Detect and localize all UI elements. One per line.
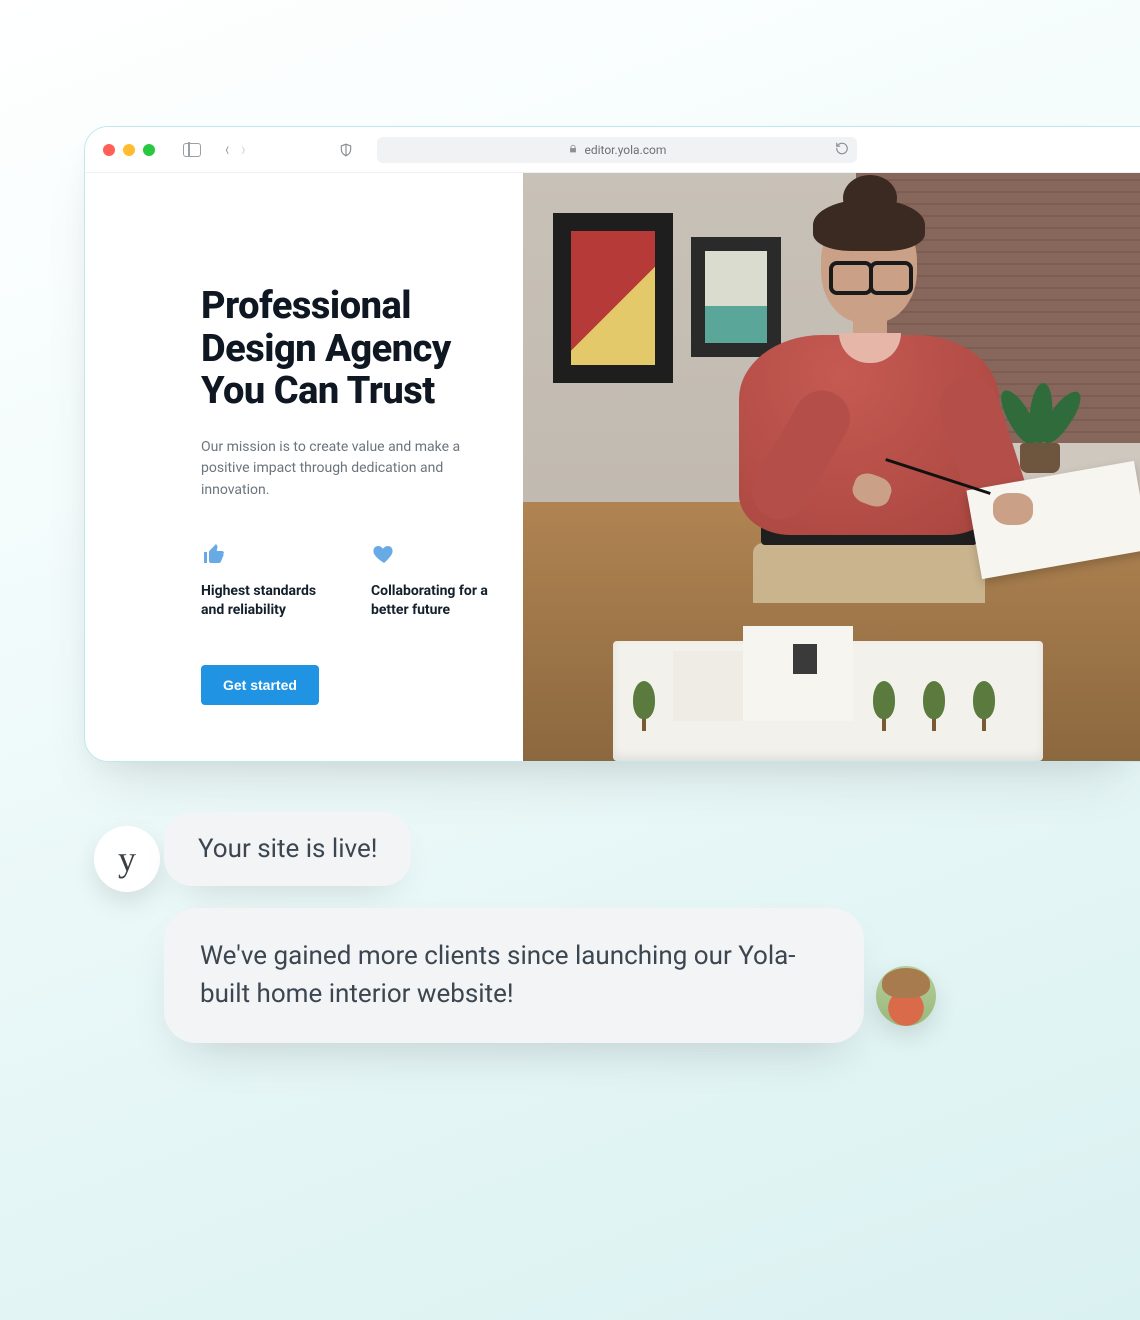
browser-window: ‹ › editor.yola.com Professional — [84, 126, 1140, 762]
refresh-button[interactable] — [835, 141, 849, 158]
mission-text: Our mission is to create value and make … — [201, 437, 461, 502]
feature-collaboration: Collaborating for a better future — [371, 542, 501, 620]
get-started-button[interactable]: Get started — [201, 665, 319, 705]
minimize-window-button[interactable] — [123, 144, 135, 156]
thumbs-up-icon — [201, 542, 331, 566]
sidebar-toggle-icon[interactable] — [183, 143, 201, 157]
privacy-shield-icon[interactable] — [339, 142, 353, 158]
feature-standards: Highest standards and reliability — [201, 542, 331, 620]
feature-row: Highest standards and reliability Collab… — [201, 542, 523, 620]
chat-bubble-text: We've gained more clients since launchin… — [200, 941, 795, 1009]
brand-avatar: y — [94, 826, 160, 892]
heart-icon — [371, 542, 501, 566]
lock-icon — [568, 143, 578, 157]
window-controls — [103, 144, 155, 156]
heading-line: Professional — [201, 284, 411, 328]
nav-arrows: ‹ › — [225, 143, 245, 157]
zoom-window-button[interactable] — [143, 144, 155, 156]
chat-bubble-text: Your site is live! — [198, 834, 377, 864]
hero-image — [523, 173, 1140, 761]
heading-line: Design Agency — [201, 327, 451, 371]
close-window-button[interactable] — [103, 144, 115, 156]
browser-chrome: ‹ › editor.yola.com — [85, 127, 1140, 173]
heading-line: You Can Trust — [201, 369, 435, 413]
nav-back-button[interactable]: ‹ — [225, 140, 229, 160]
address-bar-host: editor.yola.com — [584, 143, 666, 157]
brand-avatar-glyph: y — [118, 838, 136, 880]
user-avatar — [876, 966, 936, 1026]
feature-label: Collaborating for a better future — [371, 582, 501, 620]
chat-bubble-system: Your site is live! — [164, 812, 411, 886]
hero-left-column: Professional Design Agency You Can Trust… — [85, 173, 523, 761]
page-heading: Professional Design Agency You Can Trust — [201, 285, 523, 413]
address-bar[interactable]: editor.yola.com — [377, 137, 857, 163]
nav-forward-button[interactable]: › — [241, 140, 245, 160]
chat-bubble-user: We've gained more clients since launchin… — [164, 908, 864, 1043]
rendered-page: Professional Design Agency You Can Trust… — [85, 173, 1140, 761]
feature-label: Highest standards and reliability — [201, 582, 331, 620]
